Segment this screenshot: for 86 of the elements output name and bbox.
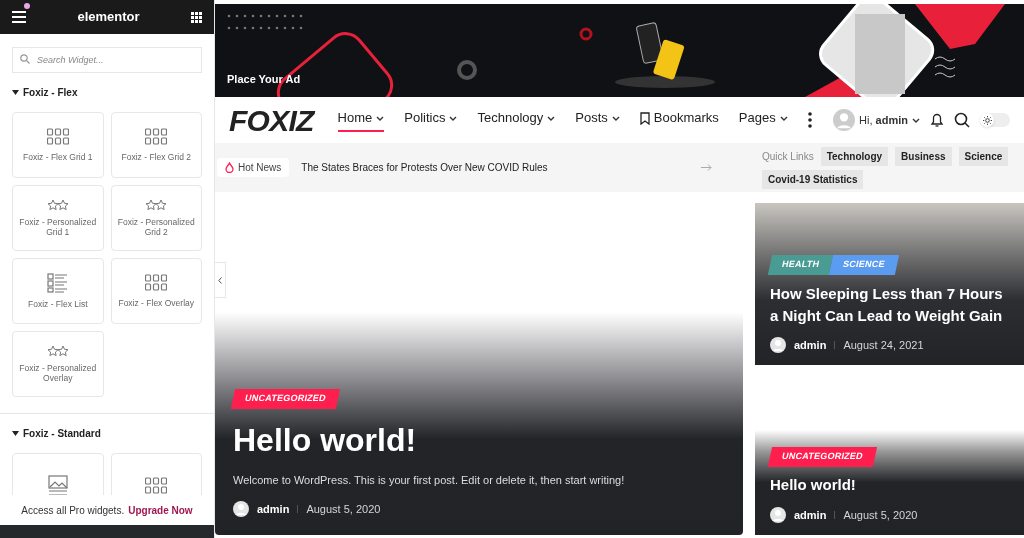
widget-label: Foxiz - Personalized Grid 2 xyxy=(116,217,196,237)
widget-card[interactable]: Foxiz - Flex Overlay xyxy=(110,258,202,324)
widget-label: Foxiz - Flex Overlay xyxy=(117,298,196,308)
post-date: August 24, 2021 xyxy=(843,337,924,353)
post-date: August 5, 2020 xyxy=(306,501,381,517)
dark-mode-toggle[interactable] xyxy=(980,113,1010,127)
nav-link[interactable]: Technology xyxy=(477,108,556,132)
nav-link[interactable]: Bookmarks xyxy=(639,108,719,132)
apps-button[interactable] xyxy=(191,11,202,23)
post-title[interactable]: Hello world! xyxy=(233,416,725,464)
quick-links-label: Quick Links xyxy=(762,149,814,164)
search-icon[interactable] xyxy=(954,112,970,128)
bell-icon[interactable] xyxy=(930,112,944,128)
list-icon xyxy=(46,273,69,293)
promo-text: Access all Pro widgets. xyxy=(21,503,125,518)
more-button[interactable] xyxy=(807,112,812,128)
collapse-handle[interactable] xyxy=(214,262,226,298)
image-icon xyxy=(46,475,69,495)
ad-label: Place Your Ad xyxy=(227,71,301,87)
grid-icon xyxy=(145,128,168,146)
hot-news-badge: Hot News xyxy=(217,158,290,177)
grid-icon xyxy=(145,274,168,292)
widget-card[interactable]: Foxiz - Personalized Overlay xyxy=(12,331,104,397)
more-icon xyxy=(807,112,812,128)
caret-icon xyxy=(912,117,920,123)
widget-card[interactable]: Foxiz - Personalized Grid 1 xyxy=(12,185,104,251)
post-date: August 5, 2020 xyxy=(843,507,918,523)
panel-title: elementor xyxy=(77,8,140,27)
user-menu[interactable]: Hi, admin xyxy=(833,109,920,131)
section-header[interactable]: Foxiz - Flex xyxy=(12,85,78,100)
avatar-icon xyxy=(770,336,786,353)
site-logo[interactable]: FOXIZ xyxy=(229,97,314,143)
caret-icon xyxy=(376,115,385,121)
grid-icon xyxy=(145,477,168,495)
author-name[interactable]: admin xyxy=(794,506,827,523)
author-name[interactable]: admin xyxy=(794,336,827,353)
grid-icon xyxy=(46,128,69,146)
category-tag[interactable]: UNCATEGORIZED xyxy=(230,388,340,408)
nav-link[interactable]: Posts xyxy=(575,108,620,132)
caret-icon xyxy=(611,115,620,121)
widget-card[interactable]: Foxiz - Flex Grid 2 xyxy=(110,112,202,178)
author-name[interactable]: admin xyxy=(257,500,290,517)
avatar-icon xyxy=(770,506,786,523)
widget-label: Foxiz - Flex List xyxy=(27,299,89,309)
nav-link[interactable]: Politics xyxy=(404,108,458,132)
quick-link[interactable]: Covid-19 Statistics xyxy=(762,169,864,189)
quick-link[interactable]: Business xyxy=(895,146,952,166)
widget-label: Foxiz - Flex Grid 2 xyxy=(120,152,192,162)
sun-icon xyxy=(982,115,992,125)
caret-icon xyxy=(547,115,556,121)
widget-label: Foxiz - Personalized Overlay xyxy=(18,363,98,383)
caret-icon xyxy=(779,115,788,121)
caret-icon xyxy=(449,115,458,121)
menu-icon xyxy=(12,11,26,23)
caret-icon xyxy=(12,90,19,95)
widget-card[interactable]: Foxiz - Flex Grid 1 xyxy=(12,112,104,178)
avatar-icon xyxy=(833,109,856,131)
widget-label: Foxiz - Flex Grid 1 xyxy=(22,152,94,162)
flame-icon xyxy=(225,162,234,173)
nav-link[interactable]: Home xyxy=(337,108,385,132)
post-card[interactable]: UNCATEGORIZED Hello world! admin August 5, 2020 xyxy=(755,430,1024,535)
grid-icon xyxy=(191,11,202,23)
search-field[interactable]: Search Widget... xyxy=(12,47,202,73)
widget-label: Foxiz - Personalized Grid 1 xyxy=(18,217,98,237)
quick-link[interactable]: Science xyxy=(958,146,1009,166)
upgrade-link[interactable]: Upgrade Now xyxy=(128,502,193,518)
post-title[interactable]: How Sleeping Less than 7 Hours a Night Can Lead to Weight Gain xyxy=(770,282,1009,327)
widget-card[interactable]: Foxiz - Flex List xyxy=(12,258,104,324)
chevron-left-icon xyxy=(218,276,222,284)
widget-card[interactable]: Foxiz - Personalized Grid 2 xyxy=(110,185,202,251)
avatar-icon xyxy=(233,500,249,517)
nav-link[interactable]: Pages xyxy=(738,108,788,132)
stars-icon xyxy=(145,199,168,211)
user-greeting: Hi, admin xyxy=(859,112,908,128)
bookmark-icon xyxy=(639,111,650,125)
post-card[interactable]: HEALTH SCIENCE How Sleeping Less than 7 Hours a Night Can Lead to Weight Gain admin August 24, 2021 xyxy=(755,203,1024,365)
news-headline[interactable]: The States Braces for Protests Over New COVID Rules xyxy=(301,160,548,175)
section-header[interactable]: Foxiz - Standard xyxy=(12,426,101,441)
stars-icon xyxy=(46,199,69,211)
post-title[interactable]: Hello world! xyxy=(770,474,1009,497)
post-excerpt: Welcome to WordPress. This is your first post. Edit or delete it, then start writing! xyxy=(233,473,626,488)
quick-link[interactable]: Technology xyxy=(820,146,889,166)
stars-icon xyxy=(46,345,69,357)
caret-icon xyxy=(12,431,19,436)
search-icon xyxy=(20,54,30,64)
category-tag[interactable]: UNCATEGORIZED xyxy=(767,446,877,466)
